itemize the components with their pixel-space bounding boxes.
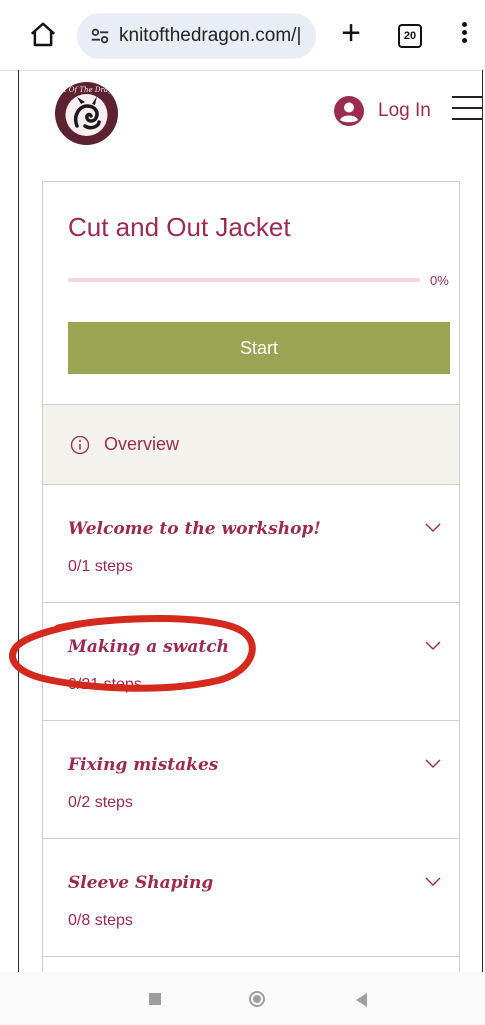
site-logo[interactable]: Knit Of The Dragon [55, 82, 118, 145]
chevron-down-icon[interactable] [425, 641, 441, 651]
progress-bar [68, 278, 420, 282]
login-label: Log In [378, 100, 431, 121]
home-button-icon[interactable] [249, 991, 265, 1007]
address-bar[interactable]: knitofthedragon.com/| [77, 13, 316, 59]
hamburger-menu-icon[interactable] [452, 96, 482, 122]
section-title: Sleeve Shaping [68, 873, 214, 893]
system-nav-bar [0, 972, 485, 1025]
dragon-logo-icon: Knit Of The Dragon [55, 82, 118, 145]
info-icon [70, 435, 90, 454]
section-fixing-mistakes[interactable]: Fixing mistakes 0/2 steps [43, 721, 459, 839]
overview-label: Overview [104, 434, 180, 454]
url-text: knitofthedragon.com/| [119, 25, 302, 46]
section-title: Making a swatch [68, 637, 229, 657]
section-title: Welcome to the workshop! [68, 519, 321, 539]
start-button[interactable]: Start [68, 322, 450, 374]
progress-percent: 0% [430, 273, 449, 288]
section-sleeve-shaping[interactable]: Sleeve Shaping 0/8 steps [43, 839, 459, 957]
recent-apps-icon[interactable] [149, 993, 161, 1005]
course-title: Cut and Out Jacket [68, 212, 291, 242]
chevron-down-icon[interactable] [425, 877, 441, 887]
section-welcome[interactable]: Welcome to the workshop! 0/1 steps [43, 485, 459, 603]
section-steps: 0/1 steps [68, 558, 133, 575]
section-steps: 0/8 steps [68, 912, 133, 929]
browser-toolbar: knitofthedragon.com/| + 20 [0, 0, 485, 71]
section-steps: 0/21 steps [68, 676, 142, 693]
chevron-down-icon[interactable] [425, 523, 441, 533]
home-icon[interactable] [28, 20, 58, 50]
overflow-menu-icon[interactable] [460, 22, 468, 48]
overview-item[interactable]: Overview [43, 404, 459, 485]
back-icon[interactable] [356, 993, 367, 1007]
site-settings-icon[interactable] [89, 25, 111, 47]
tab-switcher-icon[interactable]: 20 [398, 24, 422, 48]
section-making-a-swatch[interactable]: Making a swatch 0/21 steps [43, 603, 459, 721]
login-link[interactable]: Log In [334, 96, 431, 126]
section-title: Fixing mistakes [68, 755, 219, 775]
user-avatar-icon [334, 96, 364, 126]
chevron-down-icon[interactable] [425, 759, 441, 769]
tab-count: 20 [403, 30, 417, 42]
section-steps: 0/2 steps [68, 794, 133, 811]
new-tab-icon[interactable]: + [334, 16, 368, 50]
course-card: Cut and Out Jacket 0% Start Overview Wel… [42, 181, 460, 973]
